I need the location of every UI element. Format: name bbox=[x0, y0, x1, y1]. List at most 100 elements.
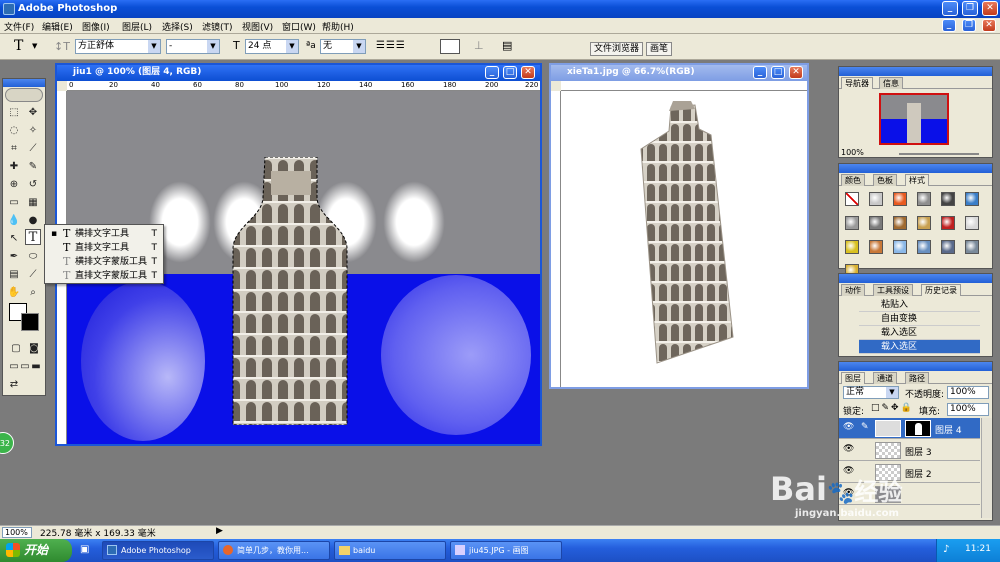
minimize-icon[interactable]: _ bbox=[942, 1, 958, 16]
style-swatch[interactable] bbox=[869, 240, 883, 254]
menu-filter[interactable]: 滤镜(T) bbox=[202, 20, 233, 33]
history-item[interactable]: 载入选区 bbox=[859, 326, 980, 340]
horizontal-type-tool-item[interactable]: ▪ T 横排文字工具 T bbox=[47, 227, 161, 241]
tab-history[interactable]: 历史记录 bbox=[921, 284, 961, 296]
blend-mode-select[interactable]: 正常 ▼ bbox=[843, 386, 899, 399]
style-swatch[interactable] bbox=[893, 240, 907, 254]
restore-icon[interactable]: ❐ bbox=[962, 1, 978, 16]
style-swatch[interactable] bbox=[965, 240, 979, 254]
style-swatch[interactable] bbox=[845, 240, 859, 254]
layers-scrollbar[interactable] bbox=[981, 418, 992, 518]
brushes-tab[interactable]: 画笔 bbox=[646, 42, 673, 56]
navigator-thumbnail[interactable] bbox=[879, 93, 949, 145]
gradient-icon[interactable]: ▦ bbox=[25, 195, 41, 211]
layer-row-selected[interactable]: 👁 ✎ 图层 4 bbox=[839, 418, 980, 439]
style-swatch[interactable] bbox=[869, 216, 883, 230]
stamp-icon[interactable]: ⊕ bbox=[6, 177, 22, 193]
menu-edit[interactable]: 编辑(E) bbox=[42, 20, 73, 33]
font-style-select[interactable]: - ▼ bbox=[166, 39, 220, 54]
text-orientation-icon[interactable]: ↕T bbox=[54, 40, 70, 53]
palettes-icon[interactable]: ▤ bbox=[502, 39, 512, 52]
history-item[interactable]: 自由变换 bbox=[859, 312, 980, 326]
text-tool-icon[interactable]: T bbox=[14, 38, 23, 54]
pen-icon[interactable]: ✒ bbox=[6, 249, 22, 265]
antialias-select[interactable]: 无 ▼ bbox=[320, 39, 366, 54]
move-icon[interactable]: ✥ bbox=[25, 105, 41, 121]
type-tool-icon[interactable]: T bbox=[25, 229, 41, 245]
task-paint[interactable]: jiu45.JPG - 画图 bbox=[450, 541, 562, 560]
slice-icon[interactable]: ⟋ bbox=[25, 141, 41, 157]
shape-icon[interactable]: ⬭ bbox=[25, 249, 41, 265]
warp-text-icon[interactable]: ⊥ bbox=[474, 39, 484, 52]
notification-badge[interactable]: 32 bbox=[0, 432, 14, 454]
tab-info[interactable]: 信息 bbox=[879, 77, 903, 89]
show-desktop-icon[interactable]: ▣ bbox=[80, 544, 89, 555]
fill-input[interactable]: 100% bbox=[947, 403, 989, 416]
opacity-input[interactable]: 100% bbox=[947, 386, 989, 399]
font-size-select[interactable]: 24 点 ▼ bbox=[245, 39, 299, 54]
lasso-icon[interactable]: ◌ bbox=[6, 123, 22, 139]
menu-window[interactable]: 窗口(W) bbox=[282, 20, 316, 33]
layer-row[interactable]: 👁 图层 3 bbox=[839, 440, 980, 461]
zoom-icon[interactable]: ⌕ bbox=[25, 285, 41, 301]
brush-icon[interactable]: ✎ bbox=[25, 159, 41, 175]
doc1-close-icon[interactable]: ✕ bbox=[521, 66, 535, 79]
text-color-swatch[interactable] bbox=[440, 39, 460, 54]
zoom-slider[interactable] bbox=[899, 153, 979, 155]
tool-preset-arrow-icon[interactable]: ▼ bbox=[32, 42, 37, 50]
tab-tool-presets[interactable]: 工具预设 bbox=[873, 284, 913, 296]
style-swatch[interactable] bbox=[893, 216, 907, 230]
panel-grip[interactable] bbox=[839, 67, 992, 76]
quick-mask-icon[interactable]: ◙ bbox=[26, 341, 42, 357]
hand-icon[interactable]: ✋ bbox=[6, 285, 22, 301]
doc1-minimize-icon[interactable]: _ bbox=[485, 66, 499, 79]
tab-layers[interactable]: 图层 bbox=[841, 372, 865, 384]
standard-mode-icon[interactable]: ▢ bbox=[8, 341, 24, 357]
full-screen-icon[interactable]: ▬ bbox=[28, 359, 44, 375]
style-swatch[interactable] bbox=[869, 192, 883, 206]
doc2-maximize-icon[interactable]: □ bbox=[771, 66, 785, 79]
status-menu-arrow-icon[interactable]: ▶ bbox=[216, 526, 223, 536]
style-swatch[interactable] bbox=[941, 192, 955, 206]
menu-layer[interactable]: 图层(L) bbox=[122, 20, 152, 33]
crop-icon[interactable]: ⌗ bbox=[6, 141, 22, 157]
dodge-icon[interactable]: ● bbox=[25, 213, 41, 229]
jump-to-imageready-icon[interactable]: ⇄ bbox=[6, 377, 22, 393]
magic-wand-icon[interactable]: ✧ bbox=[25, 123, 41, 139]
eye-icon[interactable]: 👁 bbox=[843, 444, 854, 454]
close-icon[interactable]: ✕ bbox=[982, 1, 998, 16]
style-swatch[interactable] bbox=[893, 192, 907, 206]
doc-close-icon[interactable]: ✕ bbox=[982, 19, 996, 32]
history-item-selected[interactable]: 载入选区 bbox=[859, 340, 980, 354]
background-color[interactable] bbox=[21, 313, 39, 331]
volume-icon[interactable]: ♪ bbox=[943, 544, 949, 555]
tab-styles[interactable]: 样式 bbox=[905, 174, 929, 186]
doc2-close-icon[interactable]: ✕ bbox=[789, 66, 803, 79]
style-swatch[interactable] bbox=[917, 216, 931, 230]
eyedropper-icon[interactable]: ⟋ bbox=[25, 267, 41, 283]
path-select-icon[interactable]: ↖ bbox=[6, 231, 22, 247]
doc1-maximize-icon[interactable]: □ bbox=[503, 66, 517, 79]
doc2-title-bar[interactable]: xieTa1.jpg @ 66.7%(RGB) bbox=[551, 65, 807, 81]
tab-navigator[interactable]: 导航器 bbox=[841, 77, 873, 89]
doc-minimize-icon[interactable]: _ bbox=[942, 19, 956, 32]
menu-file[interactable]: 文件(F) bbox=[4, 20, 34, 33]
navigator-zoom[interactable]: 100% bbox=[841, 148, 864, 157]
file-browser-tab[interactable]: 文件浏览器 bbox=[590, 42, 644, 56]
menu-select[interactable]: 选择(S) bbox=[162, 20, 193, 33]
marquee-icon[interactable]: ⬚ bbox=[6, 105, 22, 121]
lock-icons[interactable]: □✎✥🔒 bbox=[871, 403, 914, 413]
font-family-select[interactable]: 方正舒体 ▼ bbox=[75, 39, 161, 54]
tab-paths[interactable]: 路径 bbox=[905, 372, 929, 384]
style-swatch[interactable] bbox=[917, 240, 931, 254]
doc1-title-bar[interactable]: jiu1 @ 100% (图层 4, RGB) bbox=[57, 65, 540, 81]
menu-help[interactable]: 帮助(H) bbox=[322, 20, 354, 33]
vertical-type-mask-item[interactable]: T 直排文字蒙版工具 T bbox=[47, 269, 161, 283]
eye-icon[interactable]: 👁 bbox=[843, 422, 854, 432]
doc2-canvas[interactable] bbox=[561, 91, 807, 387]
style-swatch[interactable] bbox=[941, 240, 955, 254]
task-photoshop[interactable]: Adobe Photoshop bbox=[102, 541, 214, 560]
tab-channels[interactable]: 通道 bbox=[873, 372, 897, 384]
doc2-minimize-icon[interactable]: _ bbox=[753, 66, 767, 79]
style-swatch[interactable] bbox=[965, 216, 979, 230]
